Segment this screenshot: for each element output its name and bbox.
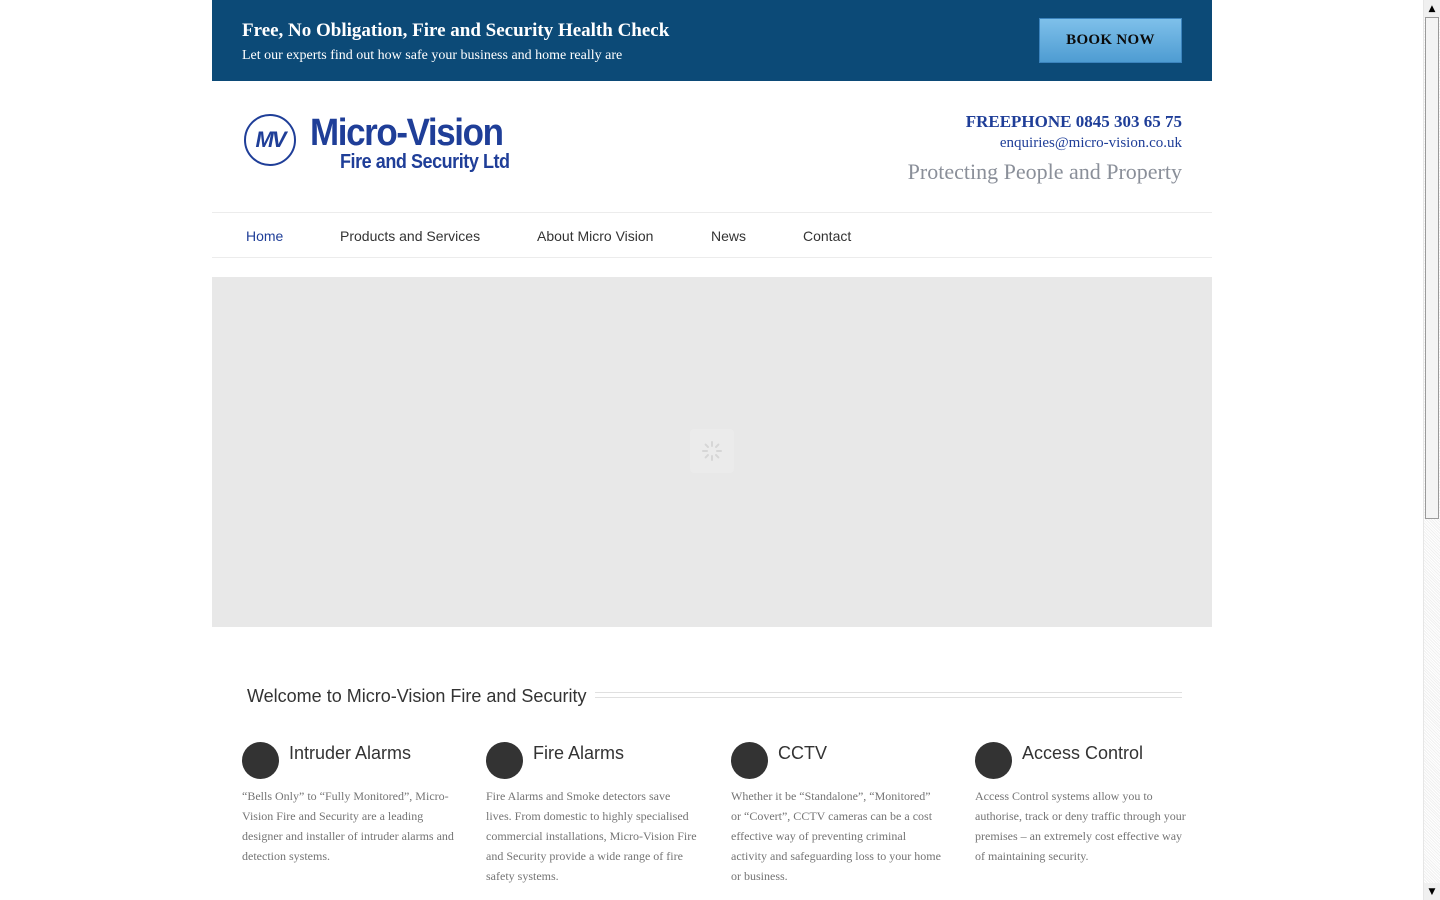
logo-subtitle: Fire and Security Ltd [340, 151, 510, 173]
tagline: Protecting People and Property [907, 159, 1182, 184]
loading-spinner-icon [690, 429, 734, 473]
scroll-up-arrow-icon[interactable]: ▲ [1424, 0, 1440, 17]
cctv-icon [731, 742, 768, 779]
access-control-icon [975, 742, 1012, 779]
logo-mark-text: MV [255, 127, 287, 152]
promo-banner: Free, No Obligation, Fire and Security H… [212, 0, 1212, 81]
service-title[interactable]: Intruder Alarms [289, 742, 411, 764]
heading-divider [595, 692, 1182, 698]
nav-item-products-and-services[interactable]: Products and Services [340, 213, 480, 257]
logo-name: Micro-Vision [310, 112, 504, 154]
logo-mark-icon: MV [244, 114, 296, 166]
contact-block: FREEPHONE 0845 303 65 75 enquiries@micro… [908, 112, 1182, 185]
welcome-title: Welcome to Micro-Vision Fire and Securit… [247, 684, 595, 708]
welcome-heading: Welcome to Micro-Vision Fire and Securit… [247, 684, 1182, 708]
scroll-down-arrow-icon[interactable]: ▼ [1424, 883, 1440, 900]
site-logo[interactable]: MV Micro-Vision Fire and Security Ltd [242, 112, 522, 176]
freephone-number[interactable]: FREEPHONE 0845 303 65 75 [908, 112, 1182, 132]
nav-item-news[interactable]: News [711, 213, 746, 257]
banner-title: Free, No Obligation, Fire and Security H… [242, 20, 670, 41]
service-title[interactable]: CCTV [778, 742, 827, 764]
email-link[interactable]: enquiries@micro-vision.co.uk [908, 133, 1182, 153]
scrollbar-thumb[interactable] [1425, 17, 1439, 519]
vertical-scrollbar[interactable]: ▲ ▼ [1423, 0, 1440, 900]
intruder-alarm-icon [242, 742, 279, 779]
service-description: “Bells Only” to “Fully Monitored”, Micro… [242, 789, 454, 863]
service-description: Fire Alarms and Smoke detectors save liv… [486, 789, 697, 883]
service-title[interactable]: Fire Alarms [533, 742, 624, 764]
banner-subtitle: Let our experts find out how safe your b… [242, 48, 623, 63]
nav-item-contact[interactable]: Contact [803, 213, 851, 257]
nav-item-home[interactable]: Home [246, 213, 283, 257]
fire-alarm-icon [486, 742, 523, 779]
book-now-button[interactable]: BOOK NOW [1039, 18, 1182, 63]
service-description: Whether it be “Standalone”, “Monitored” … [731, 789, 941, 883]
service-description: Access Control systems allow you to auth… [975, 789, 1186, 863]
main-nav: Home Products and Services About Micro V… [212, 212, 1212, 258]
nav-item-about[interactable]: About Micro Vision [537, 213, 653, 257]
service-title[interactable]: Access Control [1022, 742, 1143, 764]
hero-slider[interactable] [212, 277, 1212, 627]
